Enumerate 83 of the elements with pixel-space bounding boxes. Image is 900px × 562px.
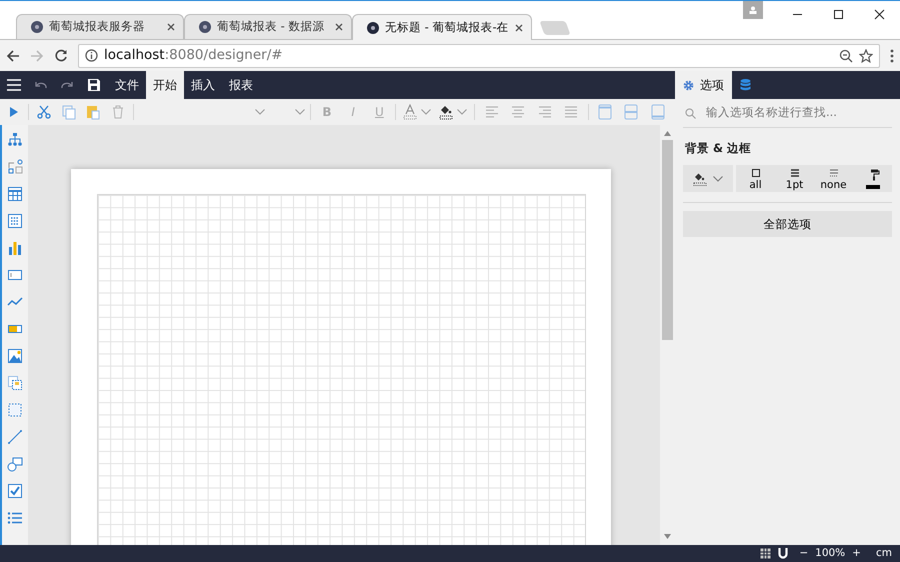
dotted-grid-icon[interactable] (7, 212, 23, 229)
save-icon[interactable] (88, 79, 100, 91)
address-bar[interactable]: localhost:8080/designer/# (78, 44, 880, 68)
bar-chart-icon[interactable] (7, 240, 23, 256)
profile-button[interactable] (743, 1, 763, 19)
list-icon[interactable] (7, 510, 23, 526)
reload-icon[interactable] (54, 48, 68, 62)
browser-tab[interactable]: 葡萄城报表服务器 (16, 14, 184, 39)
tab-title: 无标题 - 葡萄城报表-在 (385, 18, 509, 36)
site-favicon-icon (367, 22, 379, 34)
zoom-in-button[interactable]: + (852, 546, 861, 562)
magnet-icon[interactable] (778, 548, 788, 559)
font-color-icon[interactable] (403, 104, 418, 120)
caret-icon[interactable] (421, 108, 432, 115)
line-style-icon (828, 168, 838, 178)
undo-icon[interactable] (35, 81, 47, 89)
redo-icon[interactable] (61, 81, 73, 89)
panel-tab[interactable]: 选项 (675, 71, 732, 99)
close-icon[interactable] (514, 24, 523, 32)
all-options-button[interactable]: 全部选项 (683, 211, 892, 238)
menu-tab[interactable]: 文件 (108, 71, 146, 99)
table-icon[interactable] (7, 186, 23, 202)
caret-icon (713, 176, 723, 182)
copy-icon[interactable] (60, 104, 77, 120)
align-center-icon[interactable] (510, 104, 526, 120)
zoom-out-icon[interactable] (839, 48, 853, 62)
site-favicon-icon (199, 21, 211, 33)
database-icon (740, 79, 751, 91)
border-option-button[interactable]: 1pt (775, 165, 814, 192)
dashed-rectangle-icon[interactable] (7, 402, 23, 418)
image-icon[interactable] (7, 348, 23, 364)
site-favicon-icon (31, 21, 43, 33)
border-option-button[interactable]: none (814, 165, 853, 192)
org-chart-icon[interactable] (7, 132, 23, 148)
person-icon (749, 6, 757, 14)
close-icon[interactable] (874, 8, 885, 20)
scroll-up-icon[interactable] (664, 130, 671, 136)
maximize-icon[interactable] (833, 8, 844, 20)
paste-icon[interactable] (85, 104, 102, 120)
unit-selector[interactable]: cm (876, 546, 892, 562)
caret-icon[interactable] (255, 108, 266, 115)
checkbox-icon[interactable] (7, 482, 23, 499)
line-icon[interactable] (7, 428, 23, 445)
align-right-icon[interactable] (536, 104, 553, 120)
tab-title: 葡萄城报表 - 数据源 (217, 18, 326, 36)
scissors-icon[interactable] (36, 104, 52, 120)
scrollbar-thumb[interactable] (662, 140, 673, 340)
stacked-pages-icon[interactable] (7, 374, 23, 391)
justify-icon[interactable] (563, 104, 580, 120)
border-box-icon (750, 168, 760, 178)
fill-color-button[interactable] (683, 165, 733, 192)
scroll-down-icon[interactable] (664, 534, 671, 539)
back-arrow-icon[interactable] (6, 48, 20, 62)
gear-icon (683, 80, 694, 90)
search-icon (685, 108, 696, 118)
color-swatch (866, 184, 880, 189)
grid-icon[interactable] (760, 548, 772, 559)
browser-tab[interactable]: 无标题 - 葡萄城报表-在 (352, 14, 532, 40)
zoom-out-button[interactable]: − (799, 546, 808, 562)
star-icon[interactable] (859, 48, 873, 62)
menu-tab[interactable]: 开始 (146, 71, 184, 99)
search-field[interactable]: 输入选项名称进行查找... (704, 103, 890, 123)
more-menu-icon[interactable] (890, 48, 894, 62)
paint-bucket-icon[interactable] (439, 104, 454, 120)
caret-icon[interactable] (294, 108, 305, 115)
shapes-icon[interactable] (7, 456, 23, 472)
grid-widget-icon[interactable] (7, 158, 23, 175)
menu-tab[interactable]: 报表 (222, 71, 260, 99)
menu-icon[interactable] (7, 79, 21, 91)
line-weight-icon (790, 168, 800, 178)
zoom-level: 100% (815, 546, 846, 561)
paint-bucket-icon (693, 172, 707, 186)
url-text: localhost:8080/designer/# (104, 46, 284, 66)
close-icon[interactable] (167, 23, 175, 31)
align-left-icon[interactable] (484, 104, 500, 120)
close-icon[interactable] (335, 23, 343, 31)
border-option-button[interactable]: all (736, 165, 775, 192)
menu-tab[interactable]: 插入 (184, 71, 222, 99)
info-icon (85, 49, 98, 62)
tab-title: 葡萄城报表服务器 (49, 18, 146, 36)
section-title: 背景 & 边框 (685, 140, 752, 157)
browser-tab[interactable]: 葡萄城报表 - 数据源 (184, 14, 352, 39)
caret-icon[interactable] (457, 108, 468, 115)
